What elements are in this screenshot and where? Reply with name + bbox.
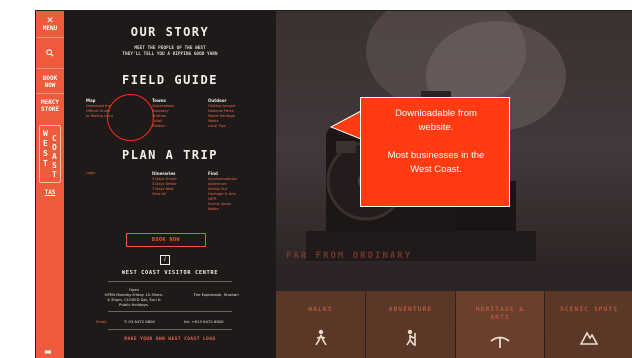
divider	[108, 281, 232, 282]
mercy-label: MERCY	[40, 99, 60, 106]
field-guide-heading[interactable]: FIELD GUIDE	[64, 73, 276, 87]
tile-adventure[interactable]: ADVENTURE	[366, 291, 455, 358]
store-label: STORE	[40, 106, 60, 113]
book-now-button[interactable]: BOOK NOW	[126, 233, 206, 247]
logo-letter: O	[52, 143, 57, 152]
town-link[interactable]: Zeehan	[152, 124, 166, 129]
tile-walks[interactable]: WALKS	[276, 291, 365, 358]
search-icon[interactable]	[46, 49, 54, 57]
logo-letter: S	[52, 161, 57, 170]
outdoor-column-title: Outdoor	[208, 98, 227, 103]
our-story-subtitle-2: THEY'LL TELL YOU A RIPPING GOOD YARN	[122, 52, 218, 57]
far-from-ordinary-text: FAR FROM ORDINARY	[286, 251, 413, 261]
annotation-circle	[107, 94, 154, 141]
callout-text: Downloadable from website. Most business…	[367, 107, 505, 177]
divider	[108, 329, 232, 330]
annotation-callout: Downloadable from website. Most business…	[360, 97, 510, 207]
tile-label: SCENIC SPOTS	[559, 305, 619, 313]
hiker-icon	[405, 329, 416, 346]
tile-heritage-arts[interactable]: HERITAGE & ARTS	[456, 291, 544, 358]
category-tiles: WALKS ADVENTURE HERITAGE & ARTS SCENIC S…	[276, 291, 632, 358]
callout-line: West Coast.	[410, 164, 462, 175]
info-icon[interactable]: i	[160, 255, 170, 265]
hours-line: Public Holidays.	[119, 302, 149, 307]
tile-label: HERITAGE & ARTS	[475, 305, 525, 321]
map-column-title: Map	[86, 98, 96, 103]
phone-number[interactable]: T: 03 6472 6800	[124, 319, 155, 324]
logo-letter: T	[52, 170, 57, 179]
find-link[interactable]: Walks	[208, 207, 218, 212]
side-nav: ✕ MENU BOOK NOW MERCY STORE W E S T C O …	[36, 11, 64, 358]
logo-letter: S	[43, 149, 48, 158]
callout-line: Downloadable from	[395, 108, 477, 119]
tile-scenic-spots[interactable]: SCENIC SPOTS	[545, 291, 632, 358]
west-coast-logo[interactable]: W E S T C O A S T	[39, 125, 61, 183]
tas-link[interactable]: TAS	[36, 189, 64, 196]
menu-panel: OUR STORY MEET THE PEOPLE OF THE WEST TH…	[64, 11, 276, 358]
logo-letter: T	[43, 159, 48, 168]
store-nav-button[interactable]: MERCY STORE	[36, 99, 64, 113]
login-link[interactable]: Login	[86, 171, 96, 176]
address: The Esplanade, Strahan	[193, 292, 239, 297]
callout-pointer	[330, 110, 362, 140]
logo-letter: W	[43, 129, 48, 138]
close-icon[interactable]: ✕	[36, 14, 64, 25]
menu-button[interactable]: ✕ MENU	[36, 14, 64, 32]
outdoor-link[interactable]: Local Tips	[208, 124, 226, 129]
our-story-heading[interactable]: OUR STORY	[64, 25, 276, 39]
itinerary-link[interactable]: View all	[152, 192, 166, 197]
email-link[interactable]: Email	[96, 319, 107, 324]
nav-divider	[36, 37, 64, 38]
logo-letter: C	[52, 134, 57, 143]
find-column-title: Find	[208, 171, 218, 176]
menu-label: MENU	[42, 25, 58, 32]
website-frame: ✕ MENU BOOK NOW MERCY STORE W E S T C O …	[35, 10, 632, 358]
plan-a-trip-heading[interactable]: PLAN A TRIP	[64, 148, 276, 162]
mountain-icon	[580, 331, 598, 345]
callout-line: website.	[418, 122, 454, 133]
our-story-subtitle-1: MEET THE PEOPLE OF THE WEST	[134, 46, 206, 51]
search-button[interactable]	[36, 49, 64, 58]
itineraries-column-title: Itineraries	[152, 171, 176, 176]
tile-label: WALKS	[308, 305, 333, 313]
now-label: NOW	[44, 82, 56, 89]
tile-label: ADVENTURE	[388, 305, 433, 313]
social-icon[interactable]: ▬	[44, 347, 56, 357]
callout-line: Most businesses in the	[387, 150, 485, 161]
visitor-centre-title: WEST COAST VISITOR CENTRE	[121, 270, 219, 276]
book-now-nav-button[interactable]: BOOK NOW	[36, 75, 64, 89]
towns-column-title: Towns	[152, 98, 166, 103]
logo-letter: A	[52, 152, 57, 161]
logo-letter: E	[43, 139, 48, 148]
make-logo-link[interactable]: MAKE YOUR OWN WEST COAST LOGO	[64, 337, 276, 342]
intl-phone-number[interactable]: Int. +613 6472 6800	[184, 319, 224, 324]
book-label: BOOK	[42, 75, 58, 82]
walker-icon	[314, 329, 327, 346]
pickaxe-icon	[490, 336, 510, 348]
divider	[108, 311, 232, 312]
nav-divider	[36, 68, 64, 69]
nav-divider	[36, 93, 64, 94]
